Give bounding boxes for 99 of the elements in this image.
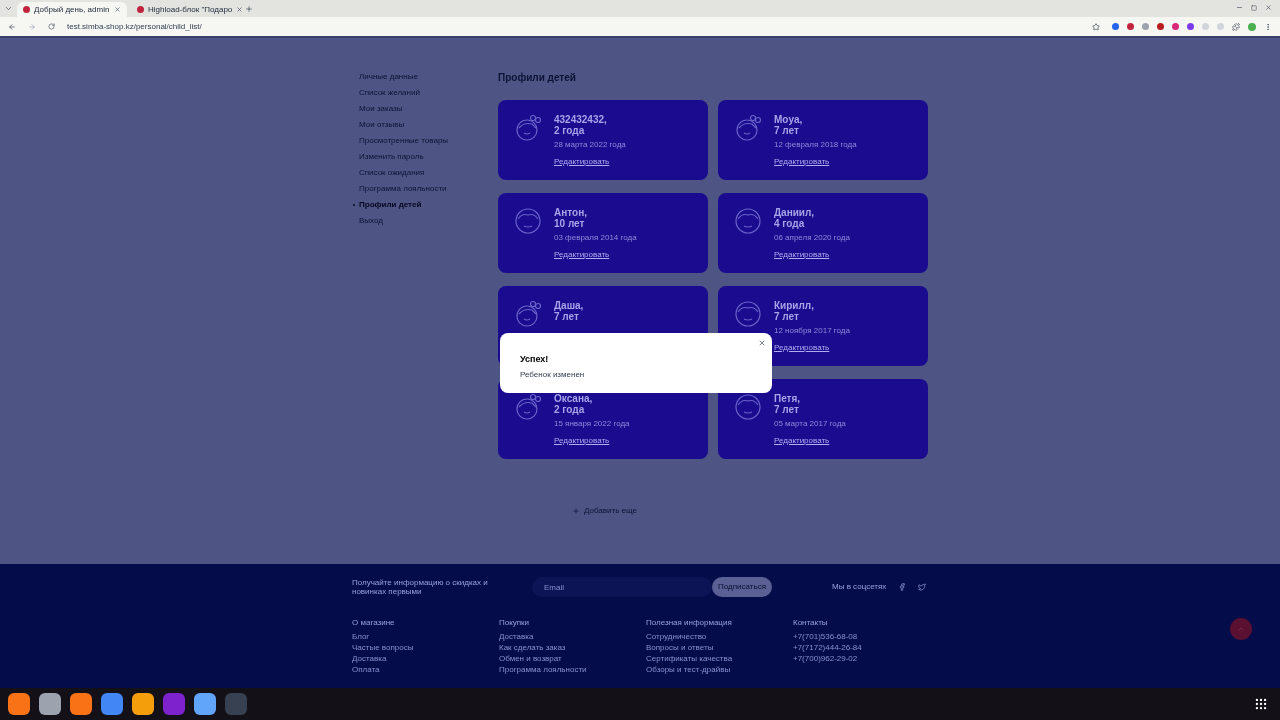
close-icon[interactable] <box>758 339 766 347</box>
tab-list-icon[interactable] <box>4 4 13 13</box>
girl-face-icon <box>734 114 762 142</box>
footer-heading: Полезная информация <box>646 618 733 628</box>
profile-avatar[interactable] <box>1248 22 1256 31</box>
birth-date: 06 апреля 2020 года <box>774 233 850 242</box>
close-icon[interactable] <box>114 6 121 13</box>
child-name: Moya, <box>774 114 804 125</box>
child-age: 2 года <box>554 404 586 415</box>
taskbar-app-icon[interactable] <box>70 693 92 715</box>
facebook-icon[interactable] <box>898 583 907 591</box>
boy-face-icon <box>514 207 542 235</box>
taskbar-app-icon[interactable] <box>101 693 123 715</box>
birth-date: 03 февраля 2014 года <box>554 233 637 242</box>
child-name: Антон, <box>554 207 588 218</box>
tab-title: Highload-блок "Подаро <box>148 3 233 16</box>
boy-face-icon <box>734 393 762 421</box>
site-icon <box>137 6 144 13</box>
footer-link[interactable]: Обзоры и тест-драйвы <box>646 665 793 674</box>
footer-link[interactable]: Сертификаты качества <box>646 654 793 663</box>
up-icon <box>1237 625 1245 633</box>
edit-link[interactable]: Редактировать <box>774 343 850 352</box>
child-name: Петя, <box>774 393 802 404</box>
footer-heading: О магазине <box>352 618 396 628</box>
extension-icon[interactable] <box>1112 23 1119 30</box>
footer-link[interactable]: Обмен и возврат <box>499 654 646 663</box>
new-tab-icon[interactable] <box>245 5 253 13</box>
child-age: 7 лет <box>554 311 580 322</box>
child-age: 7 лет <box>774 404 800 415</box>
boy-face-icon <box>734 207 762 235</box>
edit-link[interactable]: Редактировать <box>774 436 846 445</box>
birth-date: 28 марта 2022 года <box>554 140 626 149</box>
child-name: Даниил, <box>774 207 816 218</box>
child-name: Кирилл, <box>774 300 815 311</box>
birth-date: 12 ноября 2017 года <box>774 326 850 335</box>
modal-title: Успех! <box>520 353 550 366</box>
child-age: 2 года <box>554 125 586 136</box>
footer-link[interactable]: +7(700)962-29-02 <box>793 654 940 663</box>
tab-title: Добрый день, admin <box>34 3 110 16</box>
extension-icon[interactable] <box>1127 23 1134 30</box>
child-age: 7 лет <box>774 125 799 136</box>
extension-icon[interactable] <box>1157 23 1164 30</box>
minimize-icon[interactable] <box>1236 4 1243 11</box>
footer-heading: Контакты <box>793 618 829 628</box>
child-age: 4 года <box>774 218 806 229</box>
boy-face-icon <box>734 300 762 328</box>
footer-link[interactable]: Сотрудничество <box>646 632 793 641</box>
child-name: Даша, <box>554 300 584 311</box>
footer-link[interactable]: Доставка <box>352 654 499 663</box>
footer-link[interactable]: Частые вопросы <box>352 643 499 652</box>
newsletter-text: Получайте информацию о скидках и новинках первыми <box>352 578 489 596</box>
child-name: Оксана, <box>554 393 594 404</box>
edit-link[interactable]: Редактировать <box>554 157 626 166</box>
menu-icon[interactable] <box>1264 22 1272 31</box>
footer-link[interactable]: Как сделать заказ <box>499 643 646 652</box>
footer-link[interactable]: Блог <box>352 632 499 641</box>
taskbar-app-icon[interactable] <box>132 693 154 715</box>
email-field[interactable]: Email <box>532 577 712 597</box>
edit-link[interactable]: Редактировать <box>774 157 857 166</box>
girl-face-icon <box>514 114 542 142</box>
close-icon[interactable] <box>1265 4 1272 11</box>
footer-link[interactable]: Вопросы и ответы <box>646 643 793 652</box>
browser-tab[interactable]: Highload-блок "Подаро <box>131 2 241 17</box>
site-icon <box>23 6 30 13</box>
child-name: 432432432, <box>554 114 608 125</box>
girl-face-icon <box>514 393 542 421</box>
child-age: 7 лет <box>774 311 799 322</box>
taskbar-app-icon[interactable] <box>194 693 216 715</box>
footer-link[interactable]: Программа лояльности <box>499 665 646 674</box>
apps-grid-icon[interactable] <box>1254 697 1268 711</box>
back-icon[interactable] <box>8 22 16 31</box>
edit-link[interactable]: Редактировать <box>554 436 630 445</box>
birth-date: 15 января 2022 года <box>554 419 630 428</box>
edit-link[interactable]: Редактировать <box>554 250 637 259</box>
girl-face-icon <box>514 300 542 328</box>
child-age: 10 лет <box>554 218 586 229</box>
modal-message: Ребенок изменен <box>520 368 586 381</box>
twitter-icon[interactable] <box>918 583 927 591</box>
extension-icon[interactable] <box>1187 23 1194 30</box>
footer-link[interactable]: Доставка <box>499 632 646 641</box>
footer-link[interactable]: Оплата <box>352 665 499 674</box>
social-label: Мы в соцсетях <box>832 581 887 593</box>
close-icon[interactable] <box>236 6 244 13</box>
page-heading: Профили детей <box>498 71 577 84</box>
taskbar-app-icon[interactable] <box>8 693 30 715</box>
footer-link[interactable]: +7(7172)444-26-84 <box>793 643 940 652</box>
birth-date: 12 февраля 2018 года <box>774 140 857 149</box>
taskbar-app-icon[interactable] <box>39 693 61 715</box>
browser-tab[interactable]: Добрый день, admin <box>17 2 127 17</box>
footer-heading: Покупки <box>499 618 531 628</box>
extension-icon[interactable] <box>1172 23 1179 30</box>
birth-date: 05 марта 2017 года <box>774 419 846 428</box>
reload-icon[interactable] <box>48 23 55 30</box>
extensions-icon[interactable] <box>1232 22 1240 31</box>
footer-link[interactable]: +7(701)536-68-08 <box>793 632 940 641</box>
maximize-icon[interactable] <box>1251 5 1257 11</box>
edit-link[interactable]: Редактировать <box>774 250 850 259</box>
bookmark-icon[interactable] <box>1092 22 1100 31</box>
plus-icon <box>572 507 580 515</box>
